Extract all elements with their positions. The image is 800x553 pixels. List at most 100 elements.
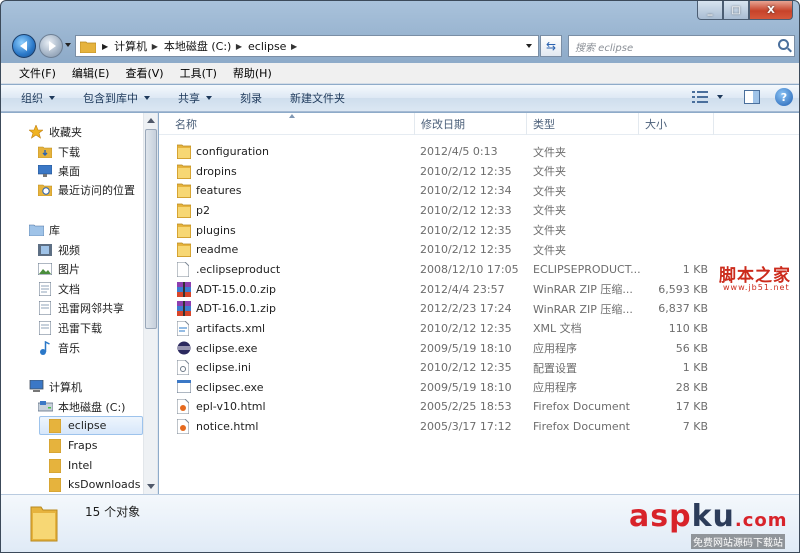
table-row[interactable]: features 2010/2/12 12:34 文件夹 — [159, 181, 719, 200]
new-folder-label: 新建文件夹 — [290, 92, 345, 105]
file-type: 应用程序 — [533, 342, 577, 355]
sidebar-item-label: Intel — [68, 459, 93, 472]
minimize-button[interactable]: _ — [697, 1, 723, 20]
search-placeholder: 搜索 eclipse — [575, 42, 634, 54]
html-icon — [176, 418, 191, 435]
sidebar-item-xunlei-download[interactable]: 迅雷下载 — [37, 318, 102, 337]
file-name: eclipse.ini — [196, 361, 251, 375]
folder-icon — [47, 458, 63, 473]
back-button[interactable] — [12, 34, 36, 58]
folder-icon — [80, 41, 96, 53]
column-size[interactable]: 大小 — [639, 113, 714, 135]
sidebar-item-eclipse[interactable]: eclipse — [39, 416, 143, 435]
sidebar-item-pictures[interactable]: 图片 — [37, 259, 80, 278]
file-type: Firefox Document — [533, 400, 630, 414]
forward-button[interactable] — [39, 34, 63, 58]
table-row[interactable]: ADT-15.0.0.zip 2012/4/4 23:57 WinRAR ZIP 压… — [159, 280, 719, 299]
search-icon[interactable] — [778, 39, 789, 50]
sidebar-item-desktop[interactable]: 桌面 — [37, 161, 80, 180]
table-row[interactable]: notice.html 2005/3/17 17:12 Firefox Docume… — [159, 417, 719, 436]
preview-pane-button[interactable] — [743, 88, 761, 106]
table-row[interactable]: eclipse.ini 2010/2/12 12:35 配置设置 1 KB — [159, 358, 719, 377]
table-row[interactable]: configuration 2012/4/5 0:13 文件夹 — [159, 142, 719, 161]
file-name: configuration — [196, 145, 269, 158]
breadcrumb-sep-icon[interactable]: ▶ — [288, 42, 297, 51]
sidebar-item-drive-c[interactable]: 本地磁盘 (C:) — [37, 397, 125, 416]
sidebar-item-intel[interactable]: Intel — [47, 456, 92, 475]
file-name: readme — [196, 243, 239, 257]
breadcrumb-sep-icon[interactable]: ▶ — [233, 42, 242, 51]
file-date: 2010/2/12 12:35 — [420, 243, 512, 257]
table-row[interactable]: eclipsec.exe 2009/5/19 18:10 应用程序 28 KB — [159, 378, 719, 397]
table-row[interactable]: eclipse.exe 2009/5/19 18:10 应用程序 56 KB — [159, 339, 719, 358]
menu-help[interactable]: 帮助(H) — [225, 65, 280, 81]
view-options-button[interactable] — [691, 88, 709, 106]
sidebar-item-videos[interactable]: 视频 — [37, 240, 80, 259]
scroll-thumb[interactable] — [145, 129, 157, 329]
column-date[interactable]: 修改日期 — [415, 113, 527, 135]
view-dropdown[interactable] — [711, 88, 729, 106]
menu-file[interactable]: 文件(F) — [11, 65, 64, 81]
table-row[interactable]: artifacts.xml 2010/2/12 12:35 XML 文档 110 KB — [159, 319, 719, 338]
recent-pages-dropdown[interactable] — [65, 43, 71, 47]
table-row[interactable]: ADT-16.0.1.zip 2012/2/23 17:24 WinRAR ZIP … — [159, 299, 719, 318]
breadcrumb-computer[interactable]: 计算机 — [114, 38, 147, 54]
column-type[interactable]: 类型 — [527, 113, 639, 135]
organize-button[interactable]: 组织 — [21, 90, 55, 106]
download-folder-icon — [37, 145, 53, 159]
sidebar-item-label: 本地磁盘 (C:) — [58, 400, 126, 414]
watermark-aspku-b: ku — [691, 499, 735, 534]
scroll-down-icon[interactable] — [147, 484, 155, 489]
include-library-button[interactable]: 包含到库中 — [83, 90, 150, 106]
folder-icon — [176, 223, 192, 238]
menu-tools[interactable]: 工具(T) — [172, 65, 225, 81]
file-date: 2010/2/12 12:35 — [420, 321, 512, 335]
menu-edit[interactable]: 编辑(E) — [64, 65, 118, 81]
breadcrumb-eclipse[interactable]: eclipse — [248, 40, 286, 53]
file-name: dropins — [196, 164, 237, 178]
explorer-window: _ □ X ▶ 计算机 ▶ 本地磁盘 (C:) ▶ eclipse ▶ ⇆ 搜索… — [0, 0, 800, 553]
address-bar[interactable]: ▶ 计算机 ▶ 本地磁盘 (C:) ▶ eclipse ▶ — [75, 35, 539, 57]
table-row[interactable]: readme 2010/2/12 12:35 文件夹 — [159, 240, 719, 259]
file-icon — [176, 261, 191, 278]
sidebar-item-documents[interactable]: 文档 — [37, 279, 80, 298]
help-button[interactable]: ? — [775, 88, 793, 106]
navpane-scrollbar[interactable] — [143, 113, 157, 494]
file-size: 56 KB — [675, 341, 708, 355]
file-name: features — [196, 184, 242, 198]
sidebar-item-label: eclipse — [68, 419, 107, 432]
column-name[interactable]: 名称 — [159, 113, 415, 135]
sidebar-item-downloads[interactable]: 下载 — [37, 142, 80, 161]
burn-button[interactable]: 刻录 — [240, 90, 262, 106]
breadcrumb-drive[interactable]: 本地磁盘 (C:) — [164, 38, 231, 54]
watermark-aspku: aspku.com — [629, 499, 788, 534]
breadcrumb: 计算机 ▶ 本地磁盘 (C:) ▶ eclipse ▶ — [114, 38, 303, 54]
maximize-button[interactable]: □ — [723, 1, 749, 20]
table-row[interactable]: .eclipseproduct 2008/12/10 17:05 ECLIPSEPR… — [159, 260, 719, 279]
table-row[interactable]: plugins 2010/2/12 12:35 文件夹 — [159, 221, 719, 240]
sidebar-item-ksdownloads[interactable]: ksDownloads — [47, 475, 141, 494]
address-dropdown[interactable] — [526, 44, 532, 48]
sidebar-item-computer[interactable]: 计算机 — [28, 377, 82, 396]
refresh-button[interactable]: ⇆ — [540, 35, 562, 57]
share-button[interactable]: 共享 — [178, 90, 212, 106]
sidebar-item-label: 迅雷下载 — [58, 321, 102, 335]
table-row[interactable]: p2 2010/2/12 12:33 文件夹 — [159, 201, 719, 220]
close-button[interactable]: X — [749, 1, 793, 20]
sidebar-item-music[interactable]: 音乐 — [37, 338, 80, 357]
recent-places-icon — [37, 183, 53, 197]
sidebar-item-xunlei-share[interactable]: 迅雷网邻共享 — [37, 298, 124, 317]
sidebar-item-favorites[interactable]: 收藏夹 — [28, 122, 82, 141]
sidebar-item-fraps[interactable]: Fraps — [47, 436, 98, 455]
file-size: 6,837 KB — [658, 302, 708, 316]
search-input[interactable]: 搜索 eclipse — [568, 35, 795, 57]
table-row[interactable]: dropins 2010/2/12 12:35 文件夹 — [159, 162, 719, 181]
breadcrumb-sep-icon[interactable]: ▶ — [149, 42, 158, 51]
menu-view[interactable]: 查看(V) — [117, 65, 171, 81]
sidebar-item-recent[interactable]: 最近访问的位置 — [37, 180, 135, 199]
table-row[interactable]: epl-v10.html 2005/2/25 18:53 Firefox Docum… — [159, 397, 719, 416]
sidebar-item-libraries[interactable]: 库 — [28, 220, 60, 239]
file-type: Firefox Document — [533, 420, 630, 434]
scroll-up-icon[interactable] — [147, 118, 155, 123]
new-folder-button[interactable]: 新建文件夹 — [290, 90, 345, 106]
